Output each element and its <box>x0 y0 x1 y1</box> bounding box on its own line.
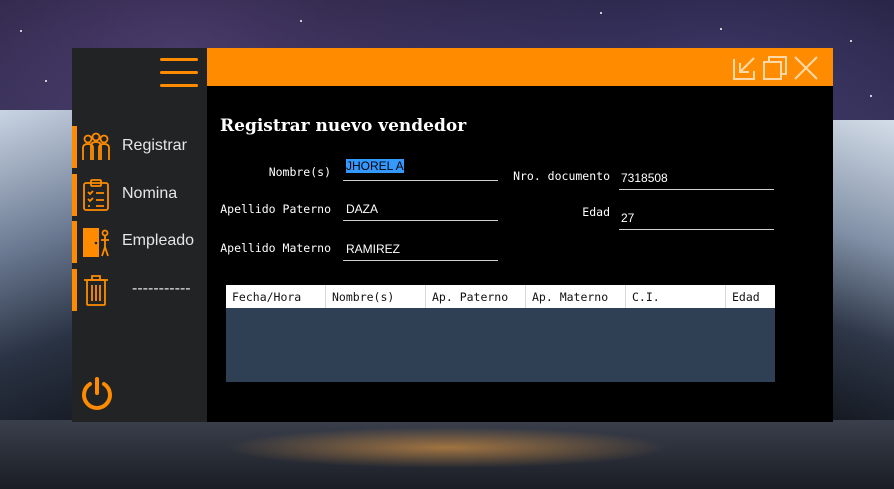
clipboard-list-icon <box>83 179 109 211</box>
apellido-paterno-value: DAZA <box>346 202 379 216</box>
background-star <box>20 30 22 32</box>
trash-icon <box>84 275 108 306</box>
edad-field[interactable]: 27 <box>619 205 774 230</box>
nro-documento-label: Nro. documento <box>513 169 610 183</box>
column-header-materno[interactable]: Ap. Materno <box>526 285 626 308</box>
sidebar-item-label: ----------- <box>132 280 191 297</box>
column-header-edad[interactable]: Edad <box>726 285 775 308</box>
maximize-icon[interactable] <box>762 55 788 81</box>
apellido-materno-value: RAMIREZ <box>346 242 400 256</box>
apellido-paterno-label: Apellido Paterno <box>220 202 331 216</box>
sidebar-active-bar <box>72 126 77 168</box>
sidebar-active-bar <box>72 174 77 216</box>
background-star <box>870 95 872 97</box>
sidebar-item-label: Nomina <box>122 185 178 202</box>
apellido-materno-label: Apellido Materno <box>220 241 331 255</box>
table-header: Fecha/Hora Nombre(s) Ap. Paterno Ap. Mat… <box>226 285 775 308</box>
exit-door-icon <box>83 228 109 257</box>
app-window: Registrar Nomina Empleado ----------- Re… <box>72 48 833 422</box>
nro-documento-field[interactable]: 7318508 <box>619 165 774 190</box>
background-star <box>45 80 47 82</box>
background-star <box>850 40 852 42</box>
sidebar-item-registrar[interactable]: Registrar <box>72 126 207 168</box>
nombre-value: JHOREL A <box>346 159 404 173</box>
team-icon <box>82 132 110 160</box>
background-star <box>300 20 302 22</box>
background-mountain-left <box>0 110 80 440</box>
background-star <box>720 28 722 30</box>
sidebar-item-label: Registrar <box>122 137 187 154</box>
vendedores-table[interactable]: Fecha/Hora Nombre(s) Ap. Paterno Ap. Mat… <box>226 285 775 382</box>
sidebar-active-bar <box>72 269 77 311</box>
column-header-ci[interactable]: C.I. <box>626 285 726 308</box>
background-mountain-right <box>824 120 894 420</box>
sidebar-item-empleado[interactable]: Empleado <box>72 221 207 263</box>
sidebar-item-label: Empleado <box>122 232 195 249</box>
page-title: Registrar nuevo vendedor <box>220 116 467 136</box>
apellido-paterno-field[interactable]: DAZA <box>343 196 498 221</box>
edad-label: Edad <box>582 205 610 219</box>
edad-value: 27 <box>621 211 635 225</box>
background-star <box>600 12 602 14</box>
close-icon[interactable] <box>793 55 819 81</box>
background-village-lights <box>0 420 894 489</box>
nombre-field[interactable]: JHOREL A <box>343 156 498 181</box>
restore-down-icon[interactable] <box>732 55 758 81</box>
nro-documento-value: 7318508 <box>621 171 668 185</box>
sidebar-item-delete[interactable]: ----------- <box>72 269 207 311</box>
column-header-nombre[interactable]: Nombre(s) <box>326 285 426 308</box>
sidebar-item-nomina[interactable]: Nomina <box>72 174 207 216</box>
column-header-fecha[interactable]: Fecha/Hora <box>226 285 326 308</box>
sidebar: Registrar Nomina Empleado ----------- <box>72 48 207 422</box>
hamburger-menu-icon[interactable] <box>160 58 198 88</box>
column-header-paterno[interactable]: Ap. Paterno <box>426 285 526 308</box>
sidebar-active-bar <box>72 221 77 263</box>
power-icon[interactable] <box>80 376 114 410</box>
nombre-label: Nombre(s) <box>268 165 331 179</box>
title-bar <box>207 48 833 86</box>
apellido-materno-field[interactable]: RAMIREZ <box>343 236 498 261</box>
